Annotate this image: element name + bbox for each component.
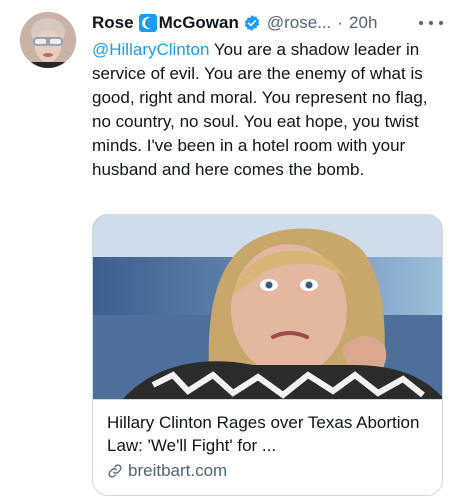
- more-dot: [439, 21, 443, 25]
- more-dot: [419, 21, 423, 25]
- link-icon: [108, 464, 122, 478]
- handle[interactable]: @rose...: [267, 13, 332, 33]
- verified-badge-icon: [244, 15, 260, 31]
- card-domain-row[interactable]: breitbart.com: [107, 461, 227, 481]
- avatar-image: [20, 12, 76, 68]
- card-image: [93, 215, 442, 399]
- tweet-text: @HillaryClinton You are a shadow leader …: [92, 38, 440, 182]
- tweet-header: Rose McGowan @rose... · 20h: [92, 12, 449, 34]
- card-domain: breitbart.com: [128, 461, 228, 480]
- avatar[interactable]: [20, 12, 76, 68]
- card-photo: [93, 215, 442, 399]
- timestamp[interactable]: 20h: [349, 13, 377, 33]
- crescent-moon-icon: [138, 14, 157, 32]
- more-options-icon[interactable]: [419, 14, 443, 32]
- mention-link[interactable]: @HillaryClinton: [92, 40, 209, 59]
- link-card[interactable]: Hillary Clinton Rages over Texas Abortio…: [92, 214, 443, 496]
- card-title[interactable]: Hillary Clinton Rages over Texas Abortio…: [107, 411, 432, 457]
- more-dot: [429, 21, 433, 25]
- card-divider: [93, 399, 442, 400]
- time-separator: ·: [337, 13, 344, 32]
- display-name-second[interactable]: McGowan: [159, 13, 239, 33]
- display-name-first[interactable]: Rose: [92, 13, 134, 33]
- tweet-body: You are a shadow leader in service of ev…: [92, 40, 428, 179]
- tweet[interactable]: Rose McGowan @rose... · 20h @HillaryClin…: [0, 0, 463, 500]
